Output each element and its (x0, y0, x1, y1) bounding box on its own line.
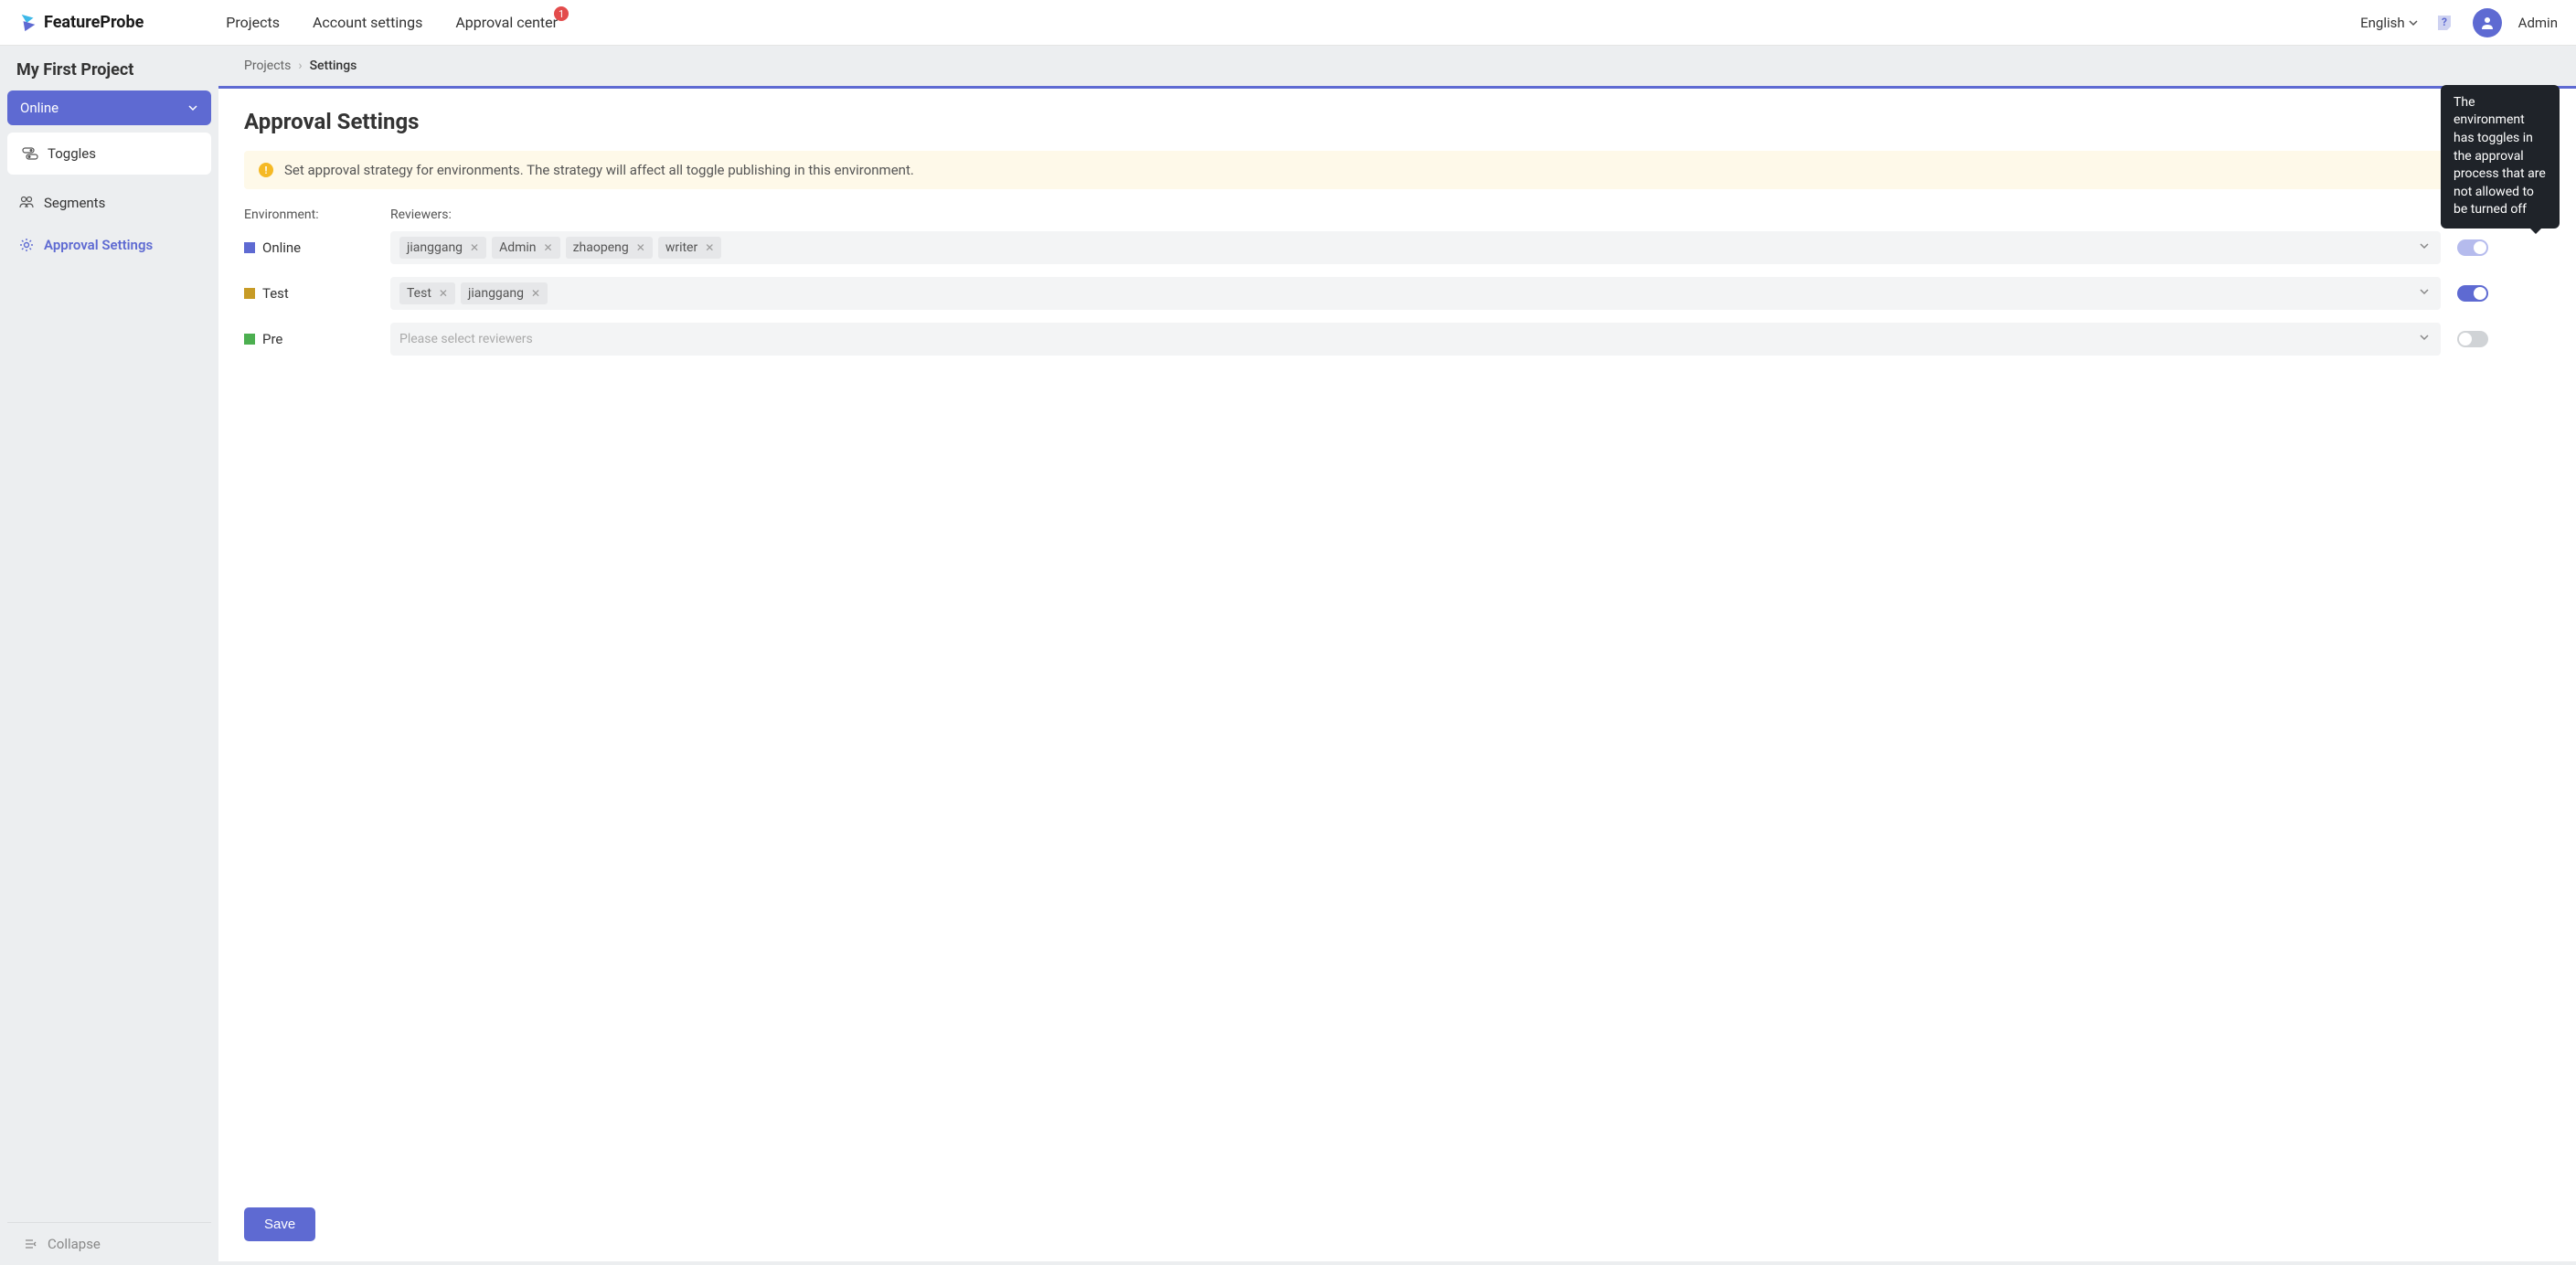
info-banner: ! Set approval strategy for environments… (244, 151, 2550, 189)
column-reviewers: Reviewers: (390, 207, 2441, 222)
reviewer-tag: Test✕ (399, 282, 455, 304)
reviewers-select[interactable]: jianggang✕ Admin✕ zhaopeng✕writer✕ (390, 231, 2441, 264)
environment-row: Test Test✕ jianggang✕ (244, 277, 2550, 310)
enable-approval-toggle (2457, 239, 2488, 256)
sidebar: My First Project Online Toggles Segments… (0, 46, 218, 1265)
remove-reviewer-icon[interactable]: ✕ (544, 241, 553, 254)
environment-name: Pre (262, 331, 282, 347)
project-title: My First Project (0, 46, 218, 90)
page-title: Approval Settings (244, 109, 2550, 134)
chevron-down-icon (2419, 286, 2430, 301)
approval-badge: 1 (554, 6, 569, 21)
breadcrumb-current: Settings (310, 58, 357, 73)
sidebar-item-approval-settings[interactable]: Approval Settings (7, 228, 211, 262)
chevron-right-icon: › (298, 58, 302, 73)
user-avatar[interactable] (2473, 8, 2502, 37)
svg-text:?: ? (2442, 16, 2447, 28)
environment-color-swatch (244, 288, 255, 299)
breadcrumb-projects[interactable]: Projects (244, 58, 291, 73)
reviewers-select[interactable]: Test✕ jianggang✕ (390, 277, 2441, 310)
nav-account-settings[interactable]: Account settings (313, 14, 422, 31)
logo[interactable]: FeatureProbe (18, 13, 144, 33)
person-icon (2480, 16, 2495, 30)
column-environment: Environment: (244, 207, 390, 222)
chevron-down-icon (2409, 18, 2418, 27)
environment-color-swatch (244, 242, 255, 253)
chevron-down-icon (2419, 240, 2430, 255)
warning-icon: ! (259, 163, 273, 177)
chevron-down-icon (2419, 332, 2430, 346)
environment-label: Test (244, 285, 390, 302)
reviewer-tag: Admin✕ (492, 237, 560, 259)
language-selector[interactable]: English (2360, 15, 2418, 31)
logo-icon (18, 13, 38, 33)
info-text: Set approval strategy for environments. … (284, 162, 914, 178)
save-button[interactable]: Save (244, 1207, 315, 1241)
collapse-button[interactable]: Collapse (24, 1236, 195, 1252)
nav-projects[interactable]: Projects (226, 14, 280, 31)
chevron-down-icon (187, 102, 198, 113)
environment-name: Test (262, 285, 289, 302)
user-name: Admin (2518, 15, 2558, 31)
enable-approval-toggle[interactable] (2457, 331, 2488, 347)
sidebar-item-segments[interactable]: Segments (7, 186, 211, 220)
remove-reviewer-icon[interactable]: ✕ (470, 241, 479, 254)
environment-label: Online (244, 239, 390, 256)
remove-reviewer-icon[interactable]: ✕ (705, 241, 714, 254)
reviewers-placeholder: Please select reviewers (399, 332, 533, 346)
brand-name: FeatureProbe (44, 13, 144, 32)
toggles-icon (22, 145, 38, 162)
gear-icon (18, 237, 35, 253)
sidebar-item-toggles[interactable]: Toggles (11, 136, 208, 171)
reviewer-tag: jianggang✕ (399, 237, 486, 259)
environment-row: Pre Please select reviewers (244, 323, 2550, 356)
segments-icon (18, 195, 35, 211)
reviewer-tag: jianggang✕ (461, 282, 548, 304)
help-icon[interactable]: ? (2434, 12, 2456, 34)
enable-approval-toggle[interactable] (2457, 285, 2488, 302)
remove-reviewer-icon[interactable]: ✕ (636, 241, 645, 254)
reviewer-tag: zhaopeng✕ (566, 237, 653, 259)
collapse-icon (24, 1237, 38, 1251)
environment-label: Pre (244, 331, 390, 347)
nav-approval-center[interactable]: Approval center 1 (455, 14, 558, 31)
remove-reviewer-icon[interactable]: ✕ (439, 287, 448, 300)
environment-selector[interactable]: Online (7, 90, 211, 125)
remove-reviewer-icon[interactable]: ✕ (531, 287, 540, 300)
breadcrumb: Projects › Settings (218, 46, 2576, 86)
environment-row: Onlinejianggang✕Admin✕zhaopeng✕writer✕Th… (244, 231, 2550, 264)
reviewer-tag: writer✕ (658, 237, 721, 259)
reviewers-select[interactable]: Please select reviewers (390, 323, 2441, 356)
disabled-toggle-tooltip: The environment has toggles in the appro… (2441, 85, 2560, 229)
environment-name: Online (262, 239, 301, 256)
environment-color-swatch (244, 334, 255, 345)
